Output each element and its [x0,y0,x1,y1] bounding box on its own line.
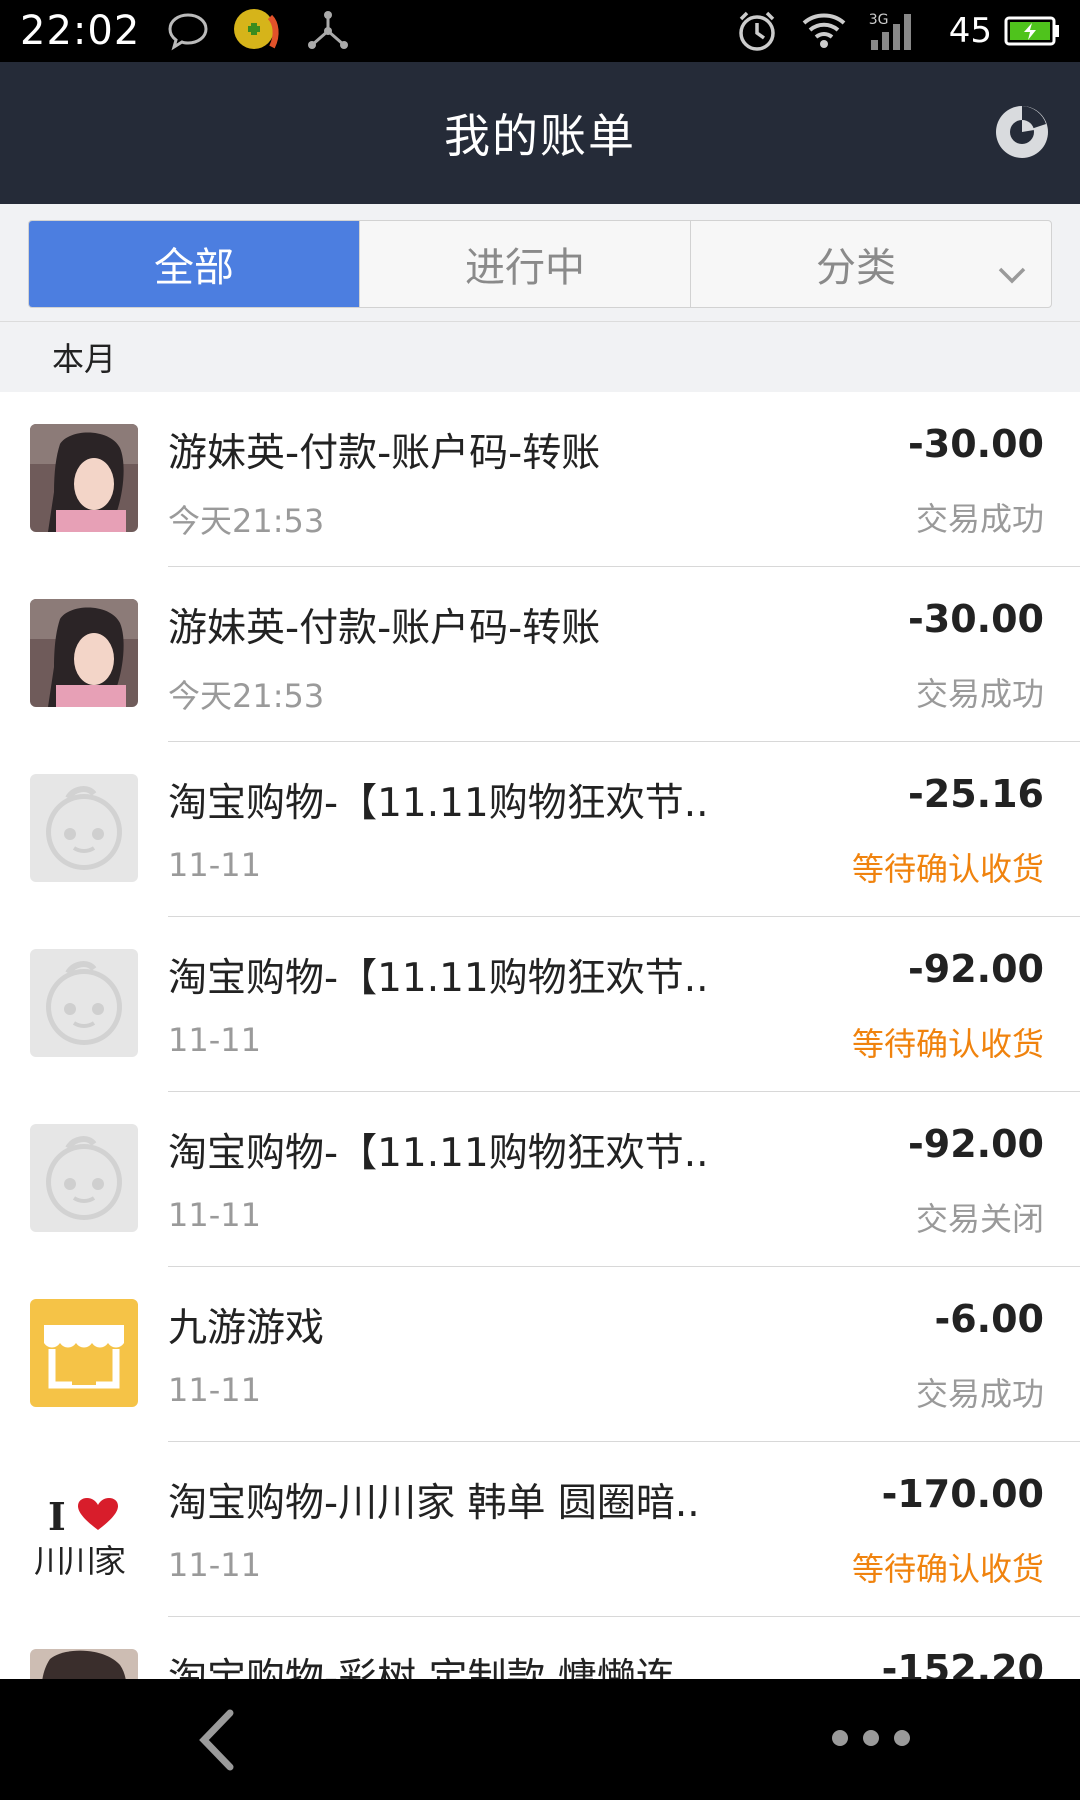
page-title: 我的账单 [444,109,636,163]
bill-status: 交易成功 [915,1375,1044,1413]
list-item[interactable]: 游妹英-付款-账户码-转账 今天21:53 -30.00 交易成功 [0,392,1080,567]
battery-level: 45 [948,11,992,51]
bill-title: 九游游戏 [168,1306,325,1351]
month-label: 本月 [52,340,117,378]
bill-status: 交易关闭 [915,1200,1044,1238]
bill-title: 淘宝购物-彩树 定制款 慵懒连 [168,1656,675,1679]
store-icon [30,1299,138,1407]
bill-amount: -92.00 [908,1122,1044,1166]
chevron-down-icon [997,251,1027,297]
bill-amount: -170.00 [881,1472,1044,1516]
bottom-nav-bar [0,1679,1080,1800]
more-dots-icon[interactable] [826,1723,916,1753]
bill-title: 游妹英-付款-账户码-转账 [168,606,601,651]
bill-status: 交易成功 [915,675,1044,713]
alarm-icon [735,9,779,53]
bill-status: 等待确认收货 [851,1025,1044,1063]
taobao-placeholder-icon [30,949,138,1057]
bill-date: 今天21:53 [168,677,325,715]
heart-icon [78,1498,118,1536]
bill-amount: -30.00 [908,597,1044,641]
bill-list: 游妹英-付款-账户码-转账 今天21:53 -30.00 交易成功 游妹英-付款… [0,392,1080,1679]
wifi-icon [801,11,847,51]
list-item[interactable]: 淘宝购物-彩树 定制款 慵懒连 -152.20 [0,1617,1080,1679]
list-item[interactable]: 淘宝购物-【11.11购物狂欢节.. 11-11 -92.00 等待确认收货 [0,917,1080,1092]
tab-label: 全部 [154,245,234,291]
bill-amount: -6.00 [934,1297,1044,1341]
bill-date: 11-11 [168,1196,261,1234]
bill-status: 等待确认收货 [851,1550,1044,1588]
filter-tabs-bar: 全部 进行中 分类 [0,204,1080,322]
bill-amount: -92.00 [908,947,1044,991]
bill-status: 交易成功 [915,500,1044,538]
tab-label: 进行中 [465,245,585,291]
list-item[interactable]: 淘宝购物-【11.11购物狂欢节.. 11-11 -92.00 交易关闭 [0,1092,1080,1267]
network-type: 3G [868,12,889,28]
month-section-header: 本月 [0,322,1080,392]
taobao-placeholder-icon [30,774,138,882]
status-time: 22:02 [20,8,141,54]
bill-date: 11-11 [168,846,261,884]
shop-logo-letter: I [48,1494,66,1539]
bill-status: 等待确认收货 [851,850,1044,888]
list-item[interactable]: I 川川家 淘宝购物-川川家 韩单 圆圈暗.. 11-11 -170.00 等待… [0,1442,1080,1617]
tab-category[interactable]: 分类 [690,221,1051,307]
tab-in-progress[interactable]: 进行中 [359,221,690,307]
taobao-placeholder-icon [30,1124,138,1232]
shop-logo: I 川川家 [30,1474,138,1582]
bill-title: 淘宝购物-【11.11购物狂欢节.. [168,781,709,826]
user-photo-avatar [30,424,138,532]
list-item[interactable]: 九游游戏 11-11 -6.00 交易成功 [0,1267,1080,1442]
back-arrow-icon[interactable] [190,1707,250,1773]
filter-tabs: 全部 进行中 分类 [28,220,1052,308]
signal-icon: 3G [869,10,919,52]
bill-amount: -30.00 [908,422,1044,466]
shop-logo-text: 川川家 [34,1542,126,1580]
share-hub-icon [306,11,350,51]
chart-icon[interactable] [992,102,1052,162]
app-header: 我的账单 [0,62,1080,204]
user-photo-avatar [30,599,138,707]
bill-date: 11-11 [168,1371,261,1409]
bill-title: 淘宝购物-【11.11购物狂欢节.. [168,956,709,1001]
status-bar: 22:02 3G 45 [0,0,1080,62]
chat-bubble-icon [166,11,210,51]
app-notification-icon [232,7,284,55]
list-item[interactable]: 淘宝购物-【11.11购物狂欢节.. 11-11 -25.16 等待确认收货 [0,742,1080,917]
tab-label: 分类 [816,245,896,291]
bill-title: 淘宝购物-川川家 韩单 圆圈暗.. [168,1481,700,1526]
battery-charging-icon [1004,16,1060,46]
bill-amount: -25.16 [908,772,1044,816]
list-item[interactable]: 游妹英-付款-账户码-转账 今天21:53 -30.00 交易成功 [0,567,1080,742]
bill-date: 11-11 [168,1546,261,1584]
bill-title: 淘宝购物-【11.11购物狂欢节.. [168,1131,709,1176]
bill-title: 游妹英-付款-账户码-转账 [168,431,601,476]
bill-date: 11-11 [168,1021,261,1059]
tab-all[interactable]: 全部 [29,221,359,307]
bill-date: 今天21:53 [168,502,325,540]
bill-amount: -152.20 [881,1647,1044,1679]
user-photo-avatar [30,1649,138,1679]
